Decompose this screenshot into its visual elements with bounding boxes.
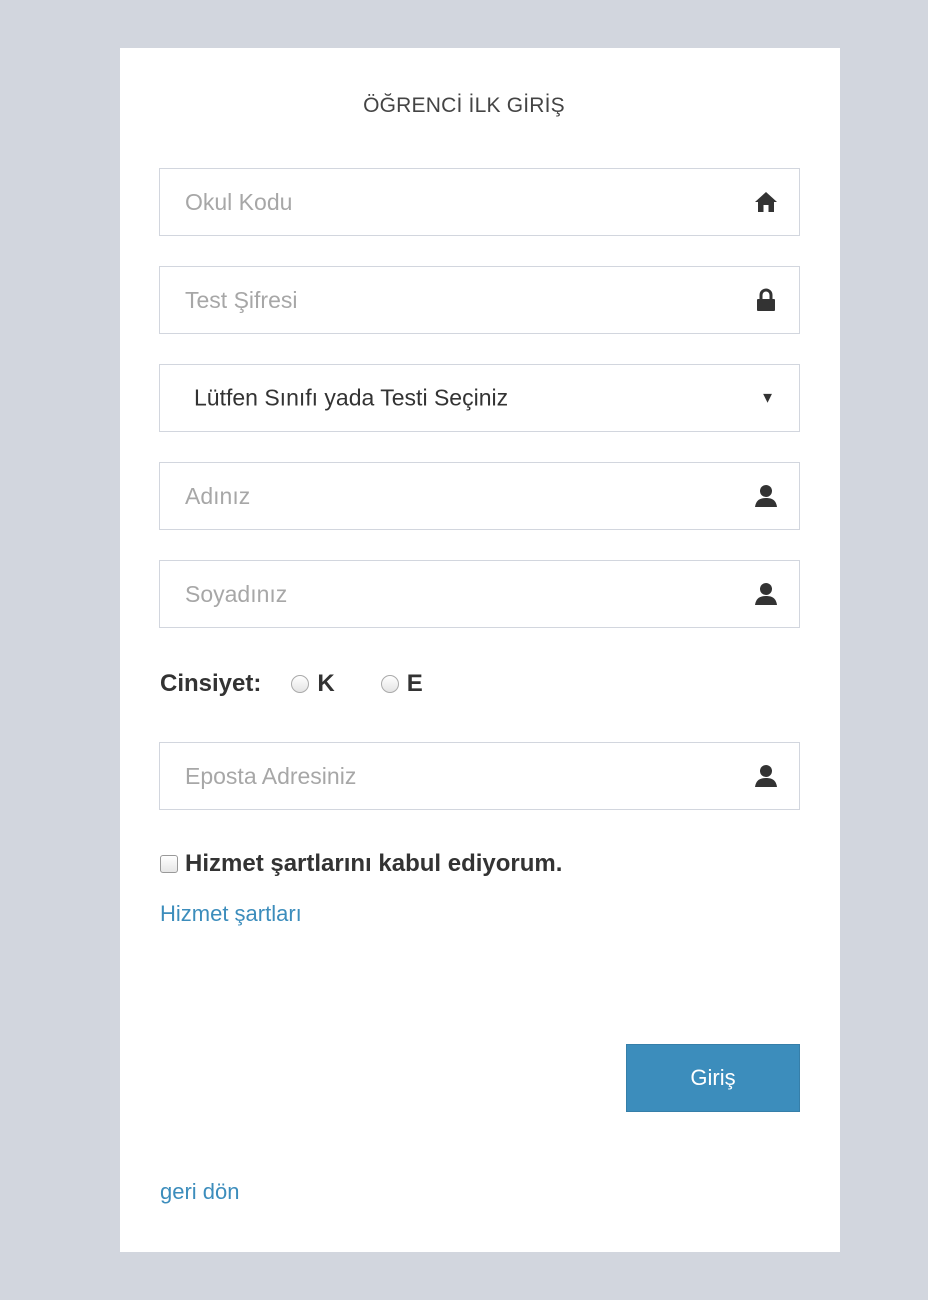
gender-option-k-label: K — [317, 670, 335, 697]
email-input[interactable] — [160, 743, 799, 809]
page-title: ÖĞRENCİ İLK GİRİŞ — [363, 94, 565, 117]
back-link[interactable]: geri dön — [160, 1179, 240, 1205]
gender-label: Cinsiyet: — [160, 670, 262, 697]
radio-k[interactable] — [291, 675, 310, 693]
first-name-input[interactable] — [160, 463, 799, 529]
test-password-input[interactable] — [160, 267, 799, 333]
home-icon — [753, 189, 779, 215]
gender-group: Cinsiyet: K E — [160, 664, 423, 704]
test-password-field[interactable] — [159, 266, 800, 334]
user-icon — [753, 483, 779, 509]
last-name-field[interactable] — [159, 560, 800, 628]
terms-checkbox[interactable] — [160, 855, 178, 873]
user-icon — [753, 763, 779, 789]
school-code-input[interactable] — [160, 169, 799, 235]
last-name-input[interactable] — [160, 561, 799, 627]
gender-option-e-label: E — [406, 670, 423, 697]
caret-down-icon: ▼ — [760, 389, 775, 407]
email-field[interactable] — [159, 742, 800, 810]
gender-option-e[interactable]: E — [380, 670, 423, 698]
school-code-field[interactable] — [159, 168, 800, 236]
login-button[interactable]: Giriş — [626, 1044, 800, 1112]
terms-label: Hizmet şartlarını kabul ediyorum. — [185, 850, 563, 877]
class-test-select[interactable]: Lütfen Sınıfı yada Testi Seçiniz ▼ — [159, 364, 800, 432]
lock-icon — [753, 287, 779, 313]
radio-e[interactable] — [380, 675, 399, 693]
gender-option-k[interactable]: K — [291, 670, 335, 698]
class-test-select-value: Lütfen Sınıfı yada Testi Seçiniz — [194, 384, 509, 411]
terms-agreement[interactable]: Hizmet şartlarını kabul ediyorum. — [160, 846, 562, 882]
user-icon — [753, 581, 779, 607]
terms-link[interactable]: Hizmet şartları — [160, 901, 302, 927]
first-name-field[interactable] — [159, 462, 800, 530]
